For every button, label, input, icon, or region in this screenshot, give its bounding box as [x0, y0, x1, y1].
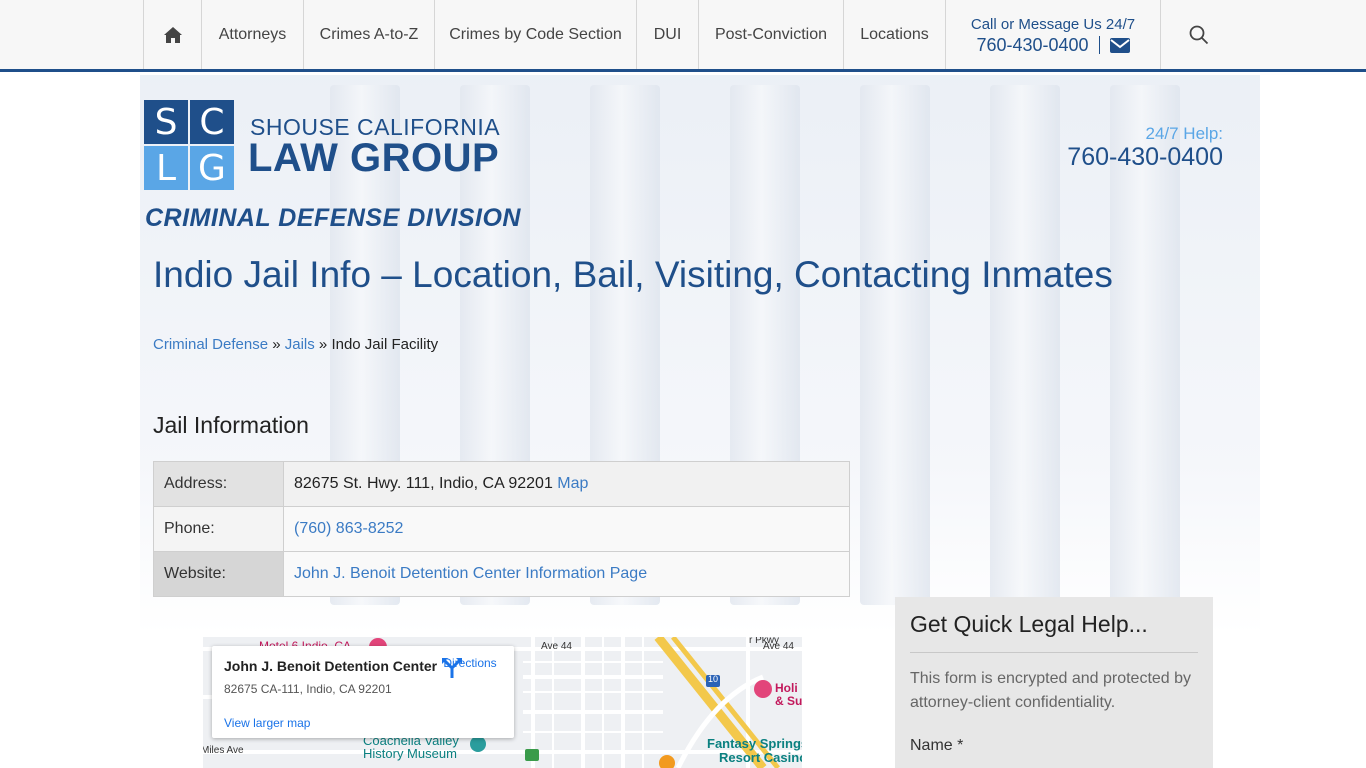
breadcrumb-separator: »: [318, 336, 328, 353]
website-link[interactable]: John J. Benoit Detention Center Informat…: [294, 565, 647, 582]
address-label: Address:: [153, 461, 284, 507]
phone-label: Phone:: [153, 506, 284, 552]
breadcrumb-link-jails[interactable]: Jails: [285, 336, 315, 353]
search-icon: [1189, 25, 1209, 44]
nav-item-crimes-by-code-section[interactable]: Crimes by Code Section: [434, 0, 636, 69]
address-value: 82675 St. Hwy. 111, Indio, CA 92201: [294, 475, 553, 492]
nav-item-dui[interactable]: DUI: [636, 0, 698, 69]
map-place-address: 82675 CA-111, Indio, CA 92201: [224, 682, 392, 696]
breadcrumb: Criminal Defense » Jails » Indo Jail Fac…: [153, 336, 438, 353]
map-label-fantasy-springs: Resort Casino: [719, 750, 802, 765]
map-label-holiday: Holi: [775, 681, 798, 695]
map-place-title: John J. Benoit Detention Center: [224, 658, 438, 674]
table-row: Phone: (760) 863-8252: [153, 506, 850, 552]
map-label-pkwy: r Pkwy: [749, 637, 779, 646]
logo-letter: S: [144, 100, 188, 144]
home-link[interactable]: [143, 0, 201, 69]
logo-letter: C: [190, 100, 234, 144]
form-title: Get Quick Legal Help...: [910, 611, 1148, 637]
logo-letter: L: [144, 146, 188, 190]
phone-link[interactable]: (760) 863-8252: [294, 520, 403, 537]
map-label-miles-ave: Miles Ave: [203, 745, 244, 756]
jail-info-table: Address: 82675 St. Hwy. 111, Indio, CA 9…: [153, 461, 850, 597]
call-phone[interactable]: 760-430-0400: [976, 35, 1088, 56]
help-phone[interactable]: 760-430-0400: [1067, 143, 1223, 172]
map-label-holiday: & Su: [775, 694, 802, 708]
map-label-fantasy-springs: Fantasy Springs: [707, 736, 802, 751]
map-label-museum: History Museum: [363, 746, 457, 761]
call-label: Call or Message Us 24/7: [970, 15, 1136, 33]
phone-cell: (760) 863-8252: [283, 506, 850, 552]
breadcrumb-current: Indo Jail Facility: [331, 336, 439, 353]
directions-button[interactable]: Directions: [440, 656, 500, 678]
breadcrumb-link-criminal-defense[interactable]: Criminal Defense: [153, 336, 268, 353]
divider: [1160, 0, 1161, 69]
call-box[interactable]: Call or Message Us 24/7 760-430-0400: [945, 0, 1160, 69]
table-row: Website: John J. Benoit Detention Center…: [153, 551, 850, 597]
nav-item-post-conviction[interactable]: Post-Conviction: [698, 0, 843, 69]
site-logo[interactable]: S C L G: [144, 100, 234, 190]
logo-letter: G: [190, 146, 234, 190]
page-title: Indio Jail Info – Location, Bail, Visiti…: [153, 254, 1113, 295]
website-cell: John J. Benoit Detention Center Informat…: [283, 551, 850, 597]
map-label-hwy10: 10: [708, 674, 719, 684]
nav-item-attorneys[interactable]: Attorneys: [201, 0, 303, 69]
nav-item-locations[interactable]: Locations: [843, 0, 945, 69]
column-decoration: [860, 85, 930, 605]
website-label: Website:: [153, 551, 284, 597]
address-cell: 82675 St. Hwy. 111, Indio, CA 92201 Map: [283, 461, 850, 507]
column-decoration: [990, 85, 1060, 605]
help-label: 24/7 Help:: [1145, 124, 1224, 143]
nav-item-crimes-a-to-z[interactable]: Crimes A-to-Z: [303, 0, 434, 69]
divider: [1098, 36, 1100, 54]
home-icon: [163, 26, 182, 43]
breadcrumb-separator: »: [272, 336, 281, 353]
top-navigation: Attorneys Crimes A-to-Z Crimes by Code S…: [0, 0, 1366, 72]
directions-icon: [442, 658, 462, 678]
search-button[interactable]: [1170, 0, 1228, 69]
divider: [910, 652, 1198, 653]
name-field-label: Name *: [910, 737, 964, 754]
table-row: Address: 82675 St. Hwy. 111, Indio, CA 9…: [153, 461, 850, 507]
embedded-map[interactable]: Motel 6 Indio, CA Ave 44 Ave 44 r Pkwy M…: [203, 637, 802, 768]
form-note: This form is encrypted and protected by …: [910, 670, 1192, 711]
envelope-icon[interactable]: [1109, 37, 1130, 53]
quick-help-form: Get Quick Legal Help... This form is enc…: [895, 597, 1213, 768]
logo-line-2[interactable]: LAW GROUP: [248, 136, 499, 181]
section-title: Jail Information: [153, 412, 309, 438]
division-title: CRIMINAL DEFENSE DIVISION: [145, 204, 521, 232]
map-place-card: John J. Benoit Detention Center 82675 CA…: [212, 646, 514, 738]
map-label-ave44: Ave 44: [541, 641, 572, 652]
map-link[interactable]: Map: [557, 475, 588, 492]
call-row: 760-430-0400: [976, 35, 1130, 56]
view-larger-map-link[interactable]: View larger map: [224, 716, 310, 730]
